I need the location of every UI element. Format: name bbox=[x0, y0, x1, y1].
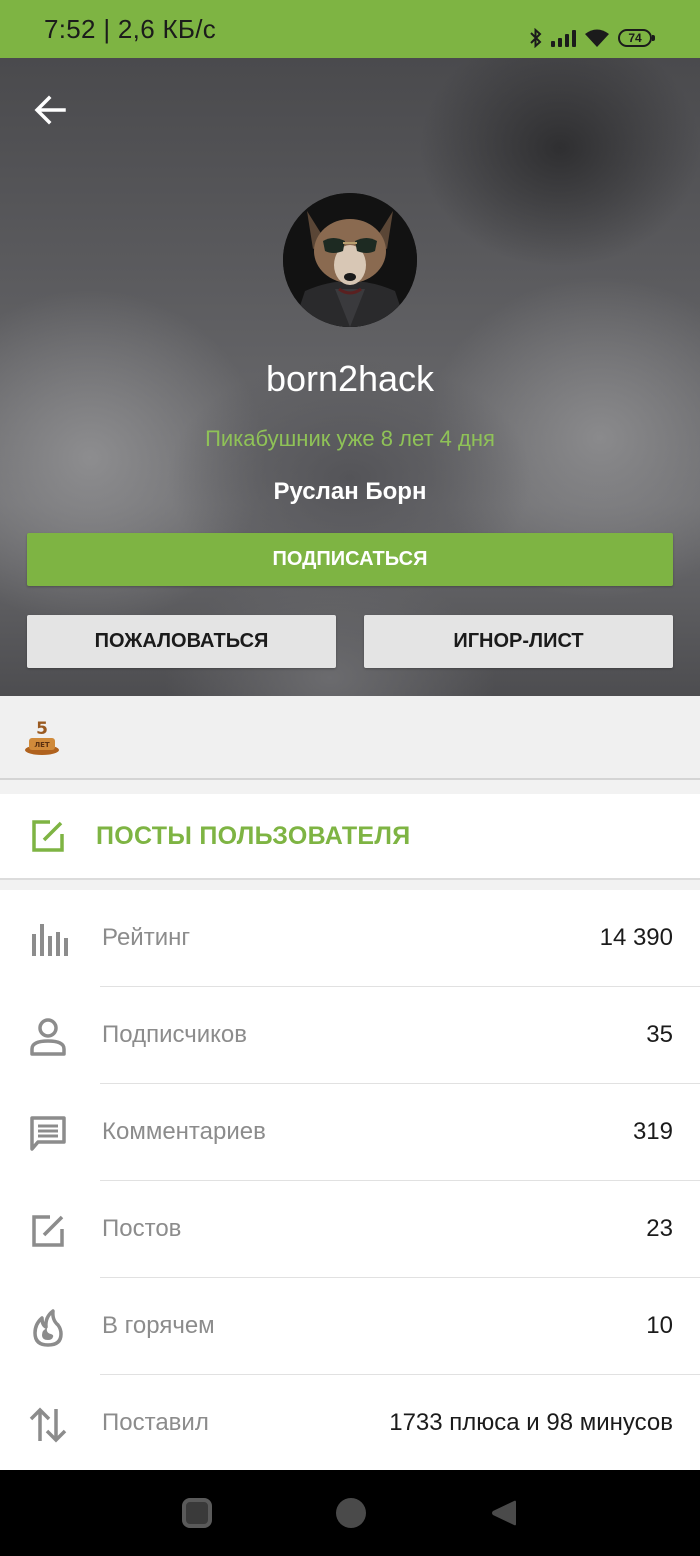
wifi-icon bbox=[585, 29, 609, 47]
swap-vertical-icon bbox=[29, 1407, 67, 1443]
comment-icon bbox=[30, 1116, 66, 1151]
stat-label: Постов bbox=[102, 1215, 182, 1242]
stat-label: Поставил bbox=[102, 1409, 209, 1436]
status-bar: 7:52 | 2,6 КБ/с 74 bbox=[0, 0, 700, 58]
ignore-list-button[interactable]: ИГНОР-ЛИСТ bbox=[364, 615, 673, 668]
avatar[interactable] bbox=[283, 193, 417, 327]
stat-label: Рейтинг bbox=[102, 924, 191, 951]
stat-value: 14 390 bbox=[599, 924, 673, 951]
edit-square-icon bbox=[32, 820, 64, 852]
svg-text:ЛЕТ: ЛЕТ bbox=[34, 741, 50, 749]
subscribe-button[interactable]: ПОДПИСАТЬСЯ bbox=[27, 533, 673, 586]
stat-row-voted: Поставил 1733 плюса и 98 минусов bbox=[0, 1375, 700, 1472]
status-icons: 74 bbox=[529, 26, 655, 50]
stat-value: 10 bbox=[646, 1312, 673, 1339]
stat-value: 35 bbox=[646, 1021, 673, 1048]
stat-row-rating: Рейтинг 14 390 bbox=[0, 890, 700, 987]
stats-list: Рейтинг 14 390 Подписчиков 35 Комментари… bbox=[0, 890, 700, 1470]
stat-value: 1733 плюса и 98 минусов bbox=[389, 1409, 673, 1436]
real-name: Руслан Борн bbox=[273, 478, 427, 505]
raccoon-avatar-image bbox=[283, 193, 417, 327]
battery-icon: 74 bbox=[618, 29, 655, 47]
arrow-left-icon[interactable] bbox=[30, 92, 70, 128]
bar-chart-icon bbox=[32, 924, 68, 956]
stat-row-subscribers[interactable]: Подписчиков 35 bbox=[0, 987, 700, 1084]
user-posts-link[interactable]: ПОСТЫ ПОЛЬЗОВАТЕЛЯ bbox=[0, 794, 700, 880]
svg-text:5: 5 bbox=[36, 719, 48, 739]
stat-row-posts[interactable]: Постов 23 bbox=[0, 1181, 700, 1278]
stat-label: В горячем bbox=[102, 1312, 215, 1339]
person-icon bbox=[30, 1018, 66, 1056]
edit-square-icon bbox=[32, 1215, 64, 1247]
stat-row-hot[interactable]: В горячем 10 bbox=[0, 1278, 700, 1375]
member-since: Пикабушник уже 8 лет 4 дня bbox=[205, 426, 495, 451]
signal-icon bbox=[551, 29, 576, 47]
status-time: 7:52 | 2,6 КБ/с bbox=[44, 14, 217, 44]
stat-row-comments[interactable]: Комментариев 319 bbox=[0, 1084, 700, 1181]
bluetooth-icon bbox=[530, 28, 542, 48]
stat-value: 319 bbox=[632, 1118, 673, 1145]
stat-label: Подписчиков bbox=[102, 1021, 247, 1048]
navigation-bar bbox=[0, 1470, 700, 1556]
stat-label: Комментариев bbox=[102, 1118, 266, 1145]
recents-square-icon[interactable] bbox=[182, 1498, 212, 1528]
home-circle-icon[interactable] bbox=[336, 1498, 366, 1528]
report-button[interactable]: ПОЖАЛОВАТЬСЯ bbox=[27, 615, 336, 668]
flame-icon bbox=[33, 1309, 63, 1347]
username: born2hack bbox=[265, 358, 435, 399]
back-triangle-icon[interactable] bbox=[488, 1498, 518, 1528]
five-years-award-icon[interactable]: 5 ЛЕТ bbox=[22, 716, 62, 756]
user-posts-label: ПОСТЫ ПОЛЬЗОВАТЕЛЯ bbox=[96, 822, 411, 850]
stat-value: 23 bbox=[646, 1215, 673, 1242]
profile-header: born2hack Пикабушник уже 8 лет 4 дня Рус… bbox=[0, 58, 700, 696]
awards-strip: 5 ЛЕТ bbox=[0, 696, 700, 780]
